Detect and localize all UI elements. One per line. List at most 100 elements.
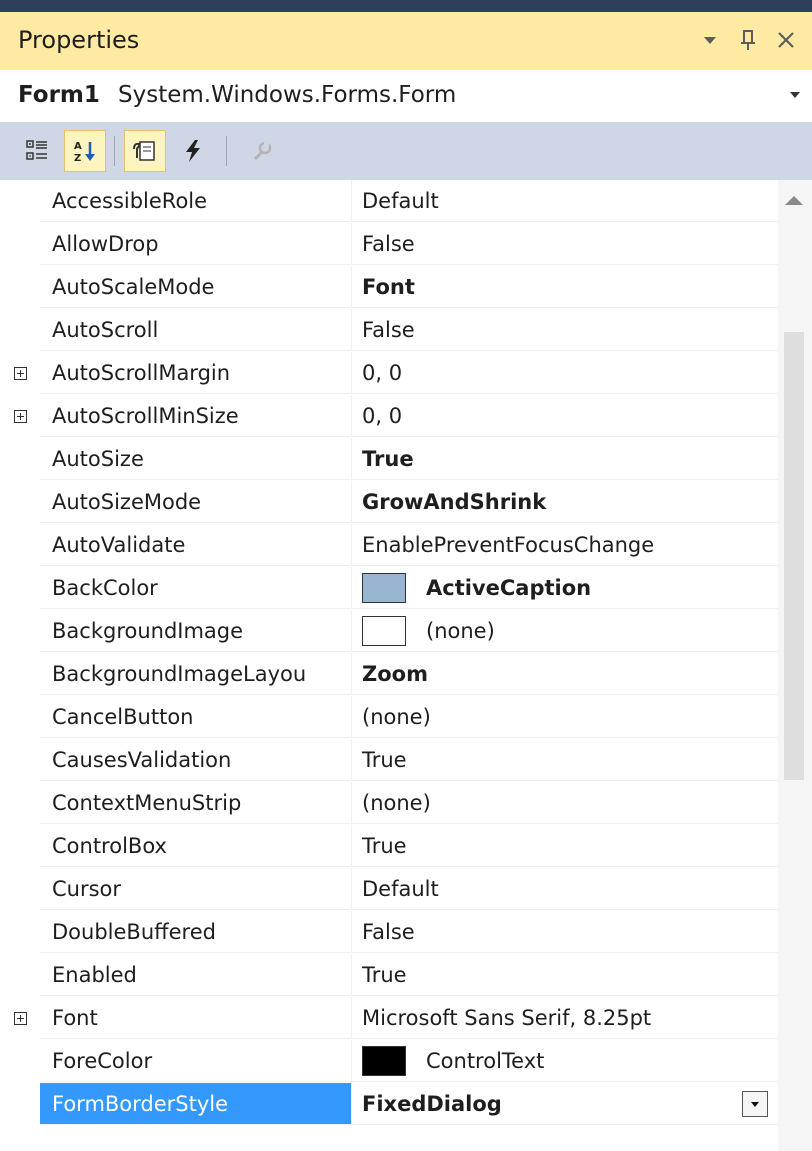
property-row[interactable]: AutoScrollMinSize 0, 0 bbox=[0, 395, 778, 438]
pin-icon[interactable] bbox=[734, 22, 762, 58]
property-value[interactable]: GrowAndShrink bbox=[352, 481, 778, 523]
property-value[interactable]: ControlText bbox=[352, 1040, 778, 1082]
property-name[interactable]: AccessibleRole bbox=[40, 180, 352, 222]
row-gutter bbox=[0, 1040, 40, 1083]
vertical-scrollbar[interactable] bbox=[778, 180, 812, 1151]
scroll-thumb[interactable] bbox=[784, 332, 804, 780]
property-row[interactable]: BackgroundImage (none) bbox=[0, 610, 778, 653]
property-name[interactable]: BackColor bbox=[40, 567, 352, 609]
property-row[interactable]: Enabled True bbox=[0, 954, 778, 997]
property-name[interactable]: CausesValidation bbox=[40, 739, 352, 781]
svg-text:A: A bbox=[74, 141, 82, 152]
row-gutter[interactable] bbox=[0, 997, 40, 1040]
property-name[interactable]: ContextMenuStrip bbox=[40, 782, 352, 824]
property-name[interactable]: BackgroundImage bbox=[40, 610, 352, 652]
panel-title: Properties bbox=[18, 26, 140, 54]
property-row[interactable]: AllowDrop False bbox=[0, 223, 778, 266]
property-value-text: Default bbox=[362, 877, 439, 901]
object-selector[interactable]: Form1 System.Windows.Forms.Form bbox=[0, 70, 812, 122]
scroll-up-arrow-icon[interactable] bbox=[785, 196, 803, 205]
property-value[interactable]: (none) bbox=[352, 696, 778, 738]
row-gutter bbox=[0, 567, 40, 610]
property-row[interactable]: ControlBox True bbox=[0, 825, 778, 868]
row-gutter bbox=[0, 954, 40, 997]
property-name[interactable]: AllowDrop bbox=[40, 223, 352, 265]
property-name[interactable]: AutoScroll bbox=[40, 309, 352, 351]
property-row[interactable]: AccessibleRole Default bbox=[0, 180, 778, 223]
property-row[interactable]: ForeColor ControlText bbox=[0, 1040, 778, 1083]
property-name[interactable]: AutoValidate bbox=[40, 524, 352, 566]
property-row[interactable]: AutoSize True bbox=[0, 438, 778, 481]
property-name[interactable]: Font bbox=[40, 997, 352, 1039]
property-pages-icon[interactable] bbox=[240, 130, 282, 172]
row-gutter[interactable] bbox=[0, 395, 40, 438]
expand-plus-icon[interactable] bbox=[13, 1012, 27, 1025]
window-position-dropdown-icon[interactable] bbox=[696, 22, 724, 58]
properties-icon[interactable] bbox=[124, 130, 166, 172]
property-row[interactable]: AutoValidate EnablePreventFocusChange bbox=[0, 524, 778, 567]
close-icon[interactable] bbox=[772, 22, 800, 58]
property-row[interactable]: BackColor ActiveCaption bbox=[0, 567, 778, 610]
property-row[interactable]: CausesValidation True bbox=[0, 739, 778, 782]
property-name[interactable]: Enabled bbox=[40, 954, 352, 996]
property-value[interactable]: True bbox=[352, 954, 778, 996]
property-value[interactable]: 0, 0 bbox=[352, 352, 778, 394]
property-value[interactable]: 0, 0 bbox=[352, 395, 778, 437]
property-row[interactable]: AutoScrollMargin 0, 0 bbox=[0, 352, 778, 395]
property-name[interactable]: AutoScrollMargin bbox=[40, 352, 352, 394]
expand-plus-icon[interactable] bbox=[13, 367, 27, 380]
property-name[interactable]: AutoScrollMinSize bbox=[40, 395, 352, 437]
row-gutter bbox=[0, 481, 40, 524]
property-value-text: False bbox=[362, 318, 415, 342]
object-name: Form1 bbox=[18, 82, 100, 108]
toolbar-separator bbox=[114, 136, 115, 166]
property-value[interactable]: Microsoft Sans Serif, 8.25pt bbox=[352, 997, 778, 1039]
property-row[interactable]: FormBorderStyle FixedDialog bbox=[0, 1083, 778, 1126]
property-value[interactable]: False bbox=[352, 911, 778, 953]
property-row[interactable]: Font Microsoft Sans Serif, 8.25pt bbox=[0, 997, 778, 1040]
property-name[interactable]: DoubleBuffered bbox=[40, 911, 352, 953]
object-selector-dropdown-icon[interactable] bbox=[788, 84, 802, 108]
property-name[interactable]: FormBorderStyle bbox=[40, 1083, 352, 1125]
property-value[interactable]: False bbox=[352, 223, 778, 265]
property-name[interactable]: Cursor bbox=[40, 868, 352, 910]
property-value-text: True bbox=[362, 748, 407, 772]
property-value[interactable]: Zoom bbox=[352, 653, 778, 695]
property-name[interactable]: AutoSize bbox=[40, 438, 352, 480]
alphabetical-icon[interactable]: A Z bbox=[64, 130, 106, 172]
events-icon[interactable] bbox=[172, 130, 214, 172]
property-name[interactable]: ControlBox bbox=[40, 825, 352, 867]
expand-plus-icon[interactable] bbox=[13, 410, 27, 423]
property-row[interactable]: AutoSizeMode GrowAndShrink bbox=[0, 481, 778, 524]
property-row[interactable]: ContextMenuStrip (none) bbox=[0, 782, 778, 825]
row-gutter[interactable] bbox=[0, 352, 40, 395]
property-value[interactable]: (none) bbox=[352, 610, 778, 652]
color-swatch bbox=[362, 1045, 406, 1076]
property-value[interactable]: Default bbox=[352, 180, 778, 222]
property-name[interactable]: AutoScaleMode bbox=[40, 266, 352, 308]
property-row[interactable]: AutoScaleMode Font bbox=[0, 266, 778, 309]
property-row[interactable]: CancelButton (none) bbox=[0, 696, 778, 739]
color-swatch bbox=[362, 572, 406, 603]
row-gutter bbox=[0, 180, 40, 223]
property-value[interactable]: True bbox=[352, 739, 778, 781]
property-value[interactable]: FixedDialog bbox=[352, 1083, 778, 1125]
property-row[interactable]: BackgroundImageLayou Zoom bbox=[0, 653, 778, 696]
property-value[interactable]: False bbox=[352, 309, 778, 351]
property-name[interactable]: AutoSizeMode bbox=[40, 481, 352, 523]
property-value[interactable]: (none) bbox=[352, 782, 778, 824]
categorized-icon[interactable] bbox=[16, 130, 58, 172]
property-value[interactable]: ActiveCaption bbox=[352, 567, 778, 609]
property-row[interactable]: Cursor Default bbox=[0, 868, 778, 911]
property-value[interactable]: Default bbox=[352, 868, 778, 910]
property-value[interactable]: EnablePreventFocusChange bbox=[352, 524, 778, 566]
value-dropdown-button[interactable] bbox=[742, 1091, 768, 1117]
property-row[interactable]: DoubleBuffered False bbox=[0, 911, 778, 954]
property-name[interactable]: BackgroundImageLayou bbox=[40, 653, 352, 695]
property-row[interactable]: AutoScroll False bbox=[0, 309, 778, 352]
property-value[interactable]: True bbox=[352, 438, 778, 480]
property-value[interactable]: Font bbox=[352, 266, 778, 308]
property-name[interactable]: CancelButton bbox=[40, 696, 352, 738]
property-value[interactable]: True bbox=[352, 825, 778, 867]
property-name[interactable]: ForeColor bbox=[40, 1040, 352, 1082]
